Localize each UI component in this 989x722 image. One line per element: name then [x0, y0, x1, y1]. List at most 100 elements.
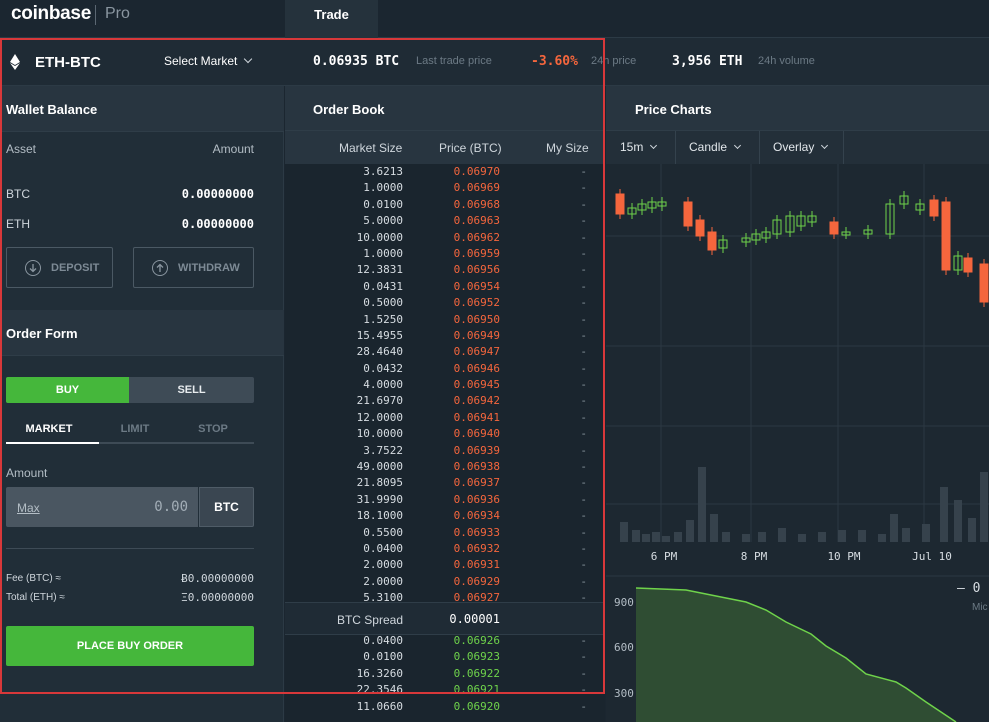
buy-button[interactable]: BUY: [6, 377, 129, 403]
amount-column-header: Amount: [212, 142, 254, 156]
candle-body: [963, 257, 973, 273]
price-cell: 0.06956: [453, 263, 500, 277]
fee-label: Fee (BTC) ≈: [6, 573, 61, 584]
volume-24h: 3,956 ETH: [672, 54, 743, 69]
wallet-balance-title: Wallet Balance: [6, 102, 98, 117]
market-size-cell: 31.9990: [356, 492, 403, 506]
price-cell: 0.06940: [453, 427, 500, 441]
market-size-cell: 0.0100: [363, 197, 403, 211]
asset-eth-amount: 0.00000000: [181, 217, 254, 231]
tab-trade[interactable]: Trade: [285, 0, 378, 38]
order-book-row[interactable]: 5.0000 0.06963 -: [285, 213, 605, 229]
order-book-row[interactable]: 0.0400 0.06926 -: [285, 633, 605, 649]
order-book-row[interactable]: 1.0000 0.06959 -: [285, 246, 605, 262]
order-book-panel: Order Book Market Size Price (BTC) My Si…: [285, 86, 605, 722]
max-link[interactable]: Max: [17, 501, 40, 515]
tab-stop[interactable]: STOP: [172, 423, 254, 435]
order-book-row[interactable]: 21.6970 0.06942 -: [285, 393, 605, 409]
price-cell: 0.06949: [453, 328, 500, 342]
candle-body: [929, 199, 939, 217]
market-size-cell: 5.0000: [363, 214, 403, 228]
my-size-cell: -: [580, 181, 587, 195]
chart-type-dropdown[interactable]: Candle: [676, 131, 760, 164]
volume-bar: [878, 534, 886, 542]
price-cell: 0.06942: [453, 394, 500, 408]
candle-body: [829, 221, 839, 235]
withdraw-label: WITHDRAW: [178, 262, 240, 274]
volume-bar: [954, 500, 962, 542]
market-size-cell: 1.0000: [363, 181, 403, 195]
order-book-row[interactable]: 0.5500 0.06933 -: [285, 525, 605, 541]
price-cell: 0.06923: [453, 650, 500, 664]
price-cell: 0.06929: [453, 574, 500, 588]
order-book-row[interactable]: 22.3546 0.06921 -: [285, 682, 605, 698]
order-book-row[interactable]: 12.3831 0.06956 -: [285, 262, 605, 278]
amount-input[interactable]: 0.00: [154, 499, 188, 515]
tab-market[interactable]: MARKET: [8, 423, 90, 435]
my-size-cell: -: [580, 541, 587, 555]
depth-right-value: – 0: [957, 581, 980, 596]
order-book-row[interactable]: 10.0000 0.06940 -: [285, 426, 605, 442]
spread-label: BTC Spread: [336, 613, 403, 627]
order-book-row[interactable]: 28.4640 0.06947 -: [285, 344, 605, 360]
x-axis-tick-label: 10 PM: [827, 550, 860, 563]
order-book-row[interactable]: 3.6213 0.06970 -: [285, 164, 605, 180]
volume-bar: [652, 532, 660, 542]
my-size-cell: -: [580, 634, 587, 647]
order-book-row[interactable]: 0.0400 0.06932 -: [285, 541, 605, 557]
amount-field[interactable]: Max 0.00: [6, 487, 198, 527]
place-buy-order-button[interactable]: PLACE BUY ORDER: [6, 626, 254, 666]
price-cell: 0.06946: [453, 361, 500, 375]
overlay-dropdown[interactable]: Overlay: [760, 131, 844, 164]
order-book-row[interactable]: 0.0100 0.06923 -: [285, 649, 605, 665]
order-book-row[interactable]: 10.0000 0.06962 -: [285, 230, 605, 246]
order-book-row[interactable]: 3.7522 0.06939 -: [285, 443, 605, 459]
order-book-row[interactable]: 16.3260 0.06922 -: [285, 666, 605, 682]
market-size-cell: 0.5000: [363, 296, 403, 310]
order-book-row[interactable]: 0.0431 0.06954 -: [285, 279, 605, 295]
order-book-row[interactable]: 0.0432 0.06946 -: [285, 361, 605, 377]
my-size-cell: -: [580, 427, 587, 441]
price-cell: 0.06939: [453, 443, 500, 457]
price-chart[interactable]: 6 PM 8 PM 10 PM Jul 10 – 0 Mic 900 600 300: [606, 164, 989, 722]
order-book-row[interactable]: 0.0100 0.06968 -: [285, 197, 605, 213]
order-book-row[interactable]: 49.0000 0.06938 -: [285, 459, 605, 475]
logo[interactable]: coinbase: [11, 3, 91, 25]
withdraw-button[interactable]: WITHDRAW: [133, 247, 254, 288]
select-market-dropdown[interactable]: Select Market: [164, 54, 253, 68]
price-charts-title: Price Charts: [635, 102, 712, 117]
market-size-cell: 18.1000: [356, 509, 403, 523]
order-book-row[interactable]: 15.4955 0.06949 -: [285, 328, 605, 344]
order-book-row[interactable]: 21.8095 0.06937 -: [285, 475, 605, 491]
order-book-row[interactable]: 0.5000 0.06952 -: [285, 295, 605, 311]
my-size-cell: -: [580, 345, 587, 359]
order-book-row[interactable]: 1.0000 0.06969 -: [285, 180, 605, 196]
order-book-row[interactable]: 2.0000 0.06931 -: [285, 557, 605, 573]
market-size-cell: 1.0000: [363, 246, 403, 260]
my-size-column-header: My Size: [546, 141, 589, 155]
asset-btc-amount: 0.00000000: [181, 187, 254, 201]
interval-label: 15m: [620, 140, 644, 154]
order-book-row[interactable]: 1.5250 0.06950 -: [285, 312, 605, 328]
order-book-row[interactable]: 4.0000 0.06945 -: [285, 377, 605, 393]
order-book-row[interactable]: 11.0660 0.06920 -: [285, 699, 605, 715]
bid-rows: 0.0400 0.06926 - 0.0100 0.06923 - 16.3260 0.069…: [285, 633, 605, 715]
order-book-row[interactable]: 31.9990 0.06936 -: [285, 492, 605, 508]
tab-underline-active: [6, 442, 99, 444]
order-book-row[interactable]: 18.1000 0.06934 -: [285, 508, 605, 524]
order-book-row[interactable]: 12.0000 0.06941 -: [285, 410, 605, 426]
price-cell: 0.06933: [453, 525, 500, 539]
volume-bar: [818, 532, 826, 542]
order-book-row[interactable]: 2.0000 0.06929 -: [285, 574, 605, 590]
deposit-label: DEPOSIT: [51, 262, 100, 274]
chevron-down-icon: [244, 54, 253, 64]
my-size-cell: -: [580, 525, 587, 539]
my-size-cell: -: [580, 230, 587, 244]
interval-dropdown[interactable]: 15m: [606, 131, 676, 164]
chevron-down-icon: [733, 141, 742, 150]
market-size-column-header: Market Size: [339, 141, 403, 155]
sell-button[interactable]: SELL: [129, 377, 254, 403]
market-size-cell: 0.0432: [363, 361, 403, 375]
deposit-button[interactable]: DEPOSIT: [6, 247, 113, 288]
tab-limit[interactable]: LIMIT: [94, 423, 176, 435]
